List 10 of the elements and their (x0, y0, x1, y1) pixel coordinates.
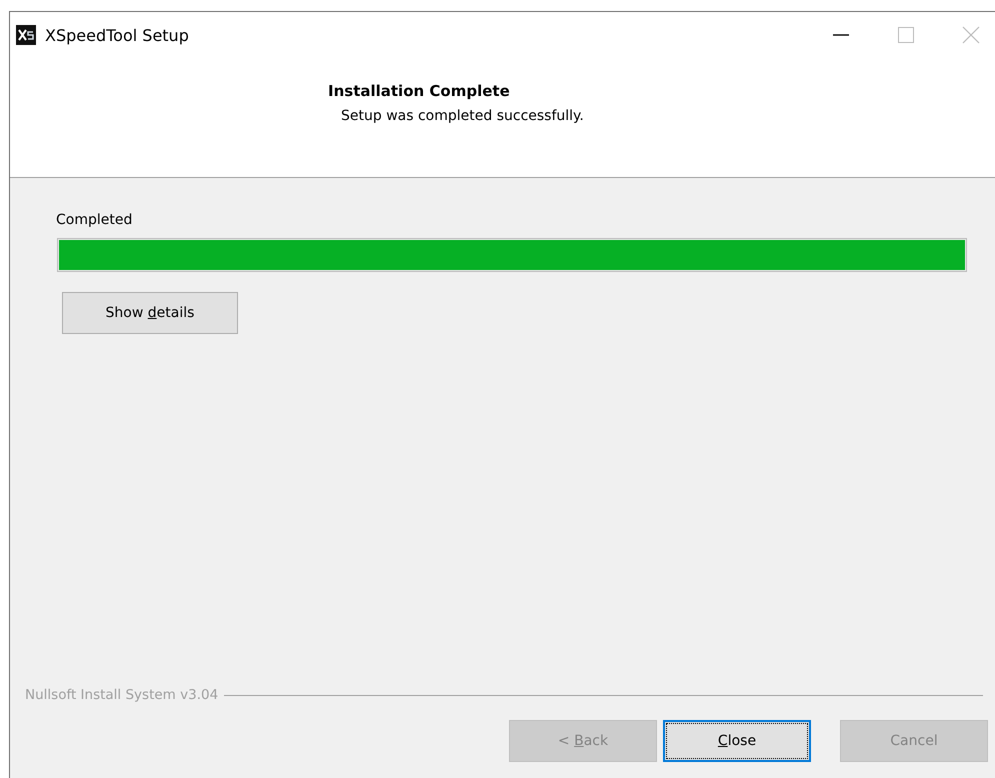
show-details-button[interactable]: Show details (62, 292, 238, 334)
close-icon[interactable] (961, 25, 981, 45)
page-title: Installation Complete (328, 82, 511, 100)
maximize-icon[interactable] (896, 25, 916, 45)
app-icon (16, 25, 36, 45)
dialog-button[interactable]: Close (663, 720, 811, 762)
progress-label: Completed (56, 212, 132, 228)
window-title: XSpeedTool Setup (45, 26, 189, 44)
branding-text: Nullsoft Install System v3.04 (25, 687, 218, 703)
page-subtitle: Setup was completed successfully. (340, 108, 585, 124)
